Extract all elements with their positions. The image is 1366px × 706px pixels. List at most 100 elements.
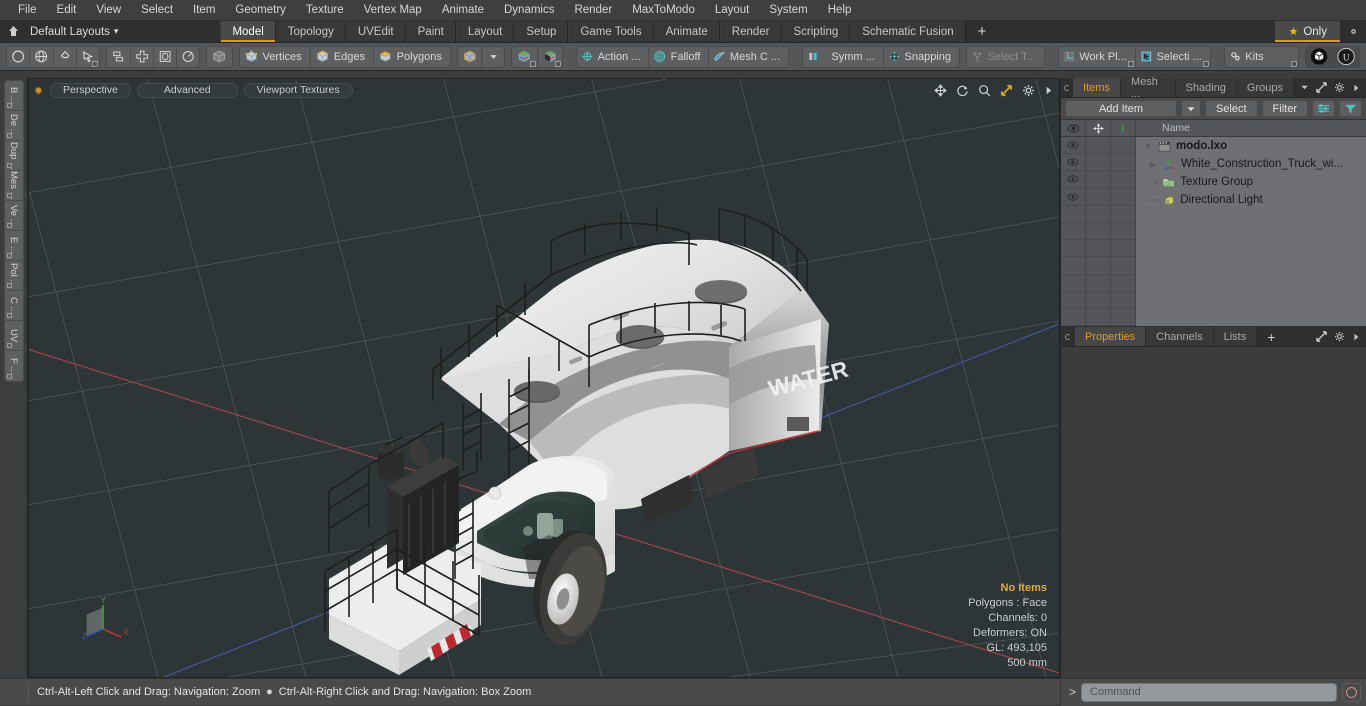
falloff-button[interactable]: Falloff: [649, 46, 710, 67]
panel-menu-dot-icon[interactable]: [1061, 327, 1075, 346]
axis-cube-dark-icon[interactable]: [537, 46, 562, 67]
vtool-2[interactable]: Dup ...: [4, 141, 23, 171]
expander-icon[interactable]: ▶: [1150, 160, 1159, 169]
menu-item-render[interactable]: Render: [564, 2, 622, 18]
eye-icon[interactable]: [1061, 188, 1086, 206]
item-mode-icon[interactable]: [207, 46, 232, 67]
item-row[interactable]: ▼ modo.lxo: [1136, 137, 1366, 155]
cone-tool-icon[interactable]: [53, 46, 77, 67]
gear-icon[interactable]: [1022, 84, 1035, 97]
command-input[interactable]: Command: [1081, 682, 1337, 702]
chevron-right-icon[interactable]: [1352, 332, 1360, 342]
material-cube-icon[interactable]: [457, 46, 483, 67]
menu-item-dynamics[interactable]: Dynamics: [494, 2, 564, 18]
menu-item-help[interactable]: Help: [818, 2, 862, 18]
layout-tab-uvedit[interactable]: UVEdit: [345, 21, 406, 42]
kits-button[interactable]: Kits: [1224, 46, 1298, 67]
menu-item-vertex-map[interactable]: Vertex Map: [354, 2, 432, 18]
tab-shading[interactable]: Shading: [1175, 78, 1237, 97]
list-options-icon[interactable]: [1312, 100, 1335, 117]
viewport-textures-selector[interactable]: Viewport Textures: [243, 82, 353, 98]
chevron-right-icon[interactable]: [1044, 85, 1053, 96]
chevron-down-icon[interactable]: [1300, 83, 1309, 92]
radial-tool-icon[interactable]: [177, 46, 200, 67]
layout-tab-setup[interactable]: Setup: [514, 21, 569, 42]
viewport-projection-selector[interactable]: Perspective: [50, 82, 131, 98]
menu-item-view[interactable]: View: [86, 2, 131, 18]
vertices-mode-button[interactable]: Vertices: [239, 46, 311, 67]
chevron-down-icon[interactable]: [482, 46, 505, 67]
tab-channels[interactable]: Channels: [1146, 327, 1214, 346]
eye-icon[interactable]: [1061, 137, 1086, 155]
action-center-button[interactable]: Action ...: [576, 46, 650, 67]
globe-tool-icon[interactable]: [30, 46, 54, 67]
expander-icon[interactable]: ▼: [1144, 142, 1153, 151]
symmetry-button[interactable]: Symm ...: [802, 46, 884, 67]
menu-item-edit[interactable]: Edit: [47, 2, 87, 18]
vtool-6[interactable]: Pol ...: [4, 261, 23, 291]
panel-menu-dot-icon[interactable]: [1061, 78, 1073, 97]
3d-viewport[interactable]: WATER Perspective Advanced Viewport Text…: [28, 78, 1060, 678]
selection-button[interactable]: Selecti ...: [1135, 46, 1210, 67]
layout-tab-topology[interactable]: Topology: [275, 21, 346, 42]
vtool-7[interactable]: C ...: [4, 291, 23, 321]
item-row[interactable]: ⋯▪ Directional Light: [1136, 191, 1366, 209]
eye-icon[interactable]: [1061, 171, 1086, 189]
layout-tab-schematic-fusion[interactable]: Schematic Fusion: [850, 21, 966, 42]
only-toggle[interactable]: ★ Only: [1275, 21, 1340, 42]
tab-properties[interactable]: Properties: [1075, 327, 1147, 346]
menu-item-layout[interactable]: Layout: [705, 2, 760, 18]
frame-tool-icon[interactable]: [153, 46, 178, 67]
rotate-icon[interactable]: [956, 84, 969, 97]
funnel-icon[interactable]: [1339, 100, 1362, 117]
cursor-tool-icon[interactable]: [76, 46, 100, 67]
menu-item-maxtomodo[interactable]: MaxToModo: [622, 2, 705, 18]
expand-icon[interactable]: [1316, 331, 1327, 342]
axis-cube-green-icon[interactable]: [512, 46, 538, 67]
item-row[interactable]: ▶ White_Construction_Truck_wi...: [1136, 155, 1366, 173]
items-list[interactable]: ▼ modo.lxo ▶ White_Construction_Truck_wi...…: [1061, 137, 1366, 327]
tab-mesh[interactable]: Mesh ...: [1120, 76, 1176, 100]
menu-item-texture[interactable]: Texture: [296, 2, 354, 18]
menu-item-animate[interactable]: Animate: [432, 2, 494, 18]
snapping-button[interactable]: Snapping: [883, 46, 959, 67]
vtool-3[interactable]: Mes ...: [4, 171, 23, 201]
tab-lists[interactable]: Lists: [1213, 327, 1258, 346]
tab-groups[interactable]: Groups: [1236, 78, 1294, 97]
work-plane-button[interactable]: Work Pl...: [1058, 46, 1136, 67]
unreal-bridge-icon[interactable]: U: [1332, 46, 1360, 67]
gear-icon[interactable]: [1334, 82, 1345, 93]
fit-icon[interactable]: [1000, 84, 1013, 97]
layout-tab-paint[interactable]: Paint: [405, 21, 456, 42]
layout-tab-render[interactable]: Render: [719, 21, 782, 42]
vtool-1[interactable]: De ...: [4, 111, 23, 141]
menu-item-system[interactable]: System: [759, 2, 817, 18]
vtool-5[interactable]: E ...: [4, 231, 23, 261]
vtool-8[interactable]: UV: [4, 321, 23, 351]
item-row[interactable]: ⋯▪ Texture Group: [1136, 173, 1366, 191]
home-icon[interactable]: [0, 21, 26, 42]
tab-items[interactable]: Items: [1073, 78, 1121, 97]
expand-icon[interactable]: [1316, 82, 1327, 93]
layout-tab-layout[interactable]: Layout: [455, 21, 515, 42]
layout-tab-game-tools[interactable]: Game Tools: [568, 21, 654, 42]
menu-item-geometry[interactable]: Geometry: [225, 2, 296, 18]
select-button[interactable]: Select: [1204, 100, 1258, 117]
vtool-0[interactable]: B ...: [4, 81, 23, 111]
center-tool-icon[interactable]: [130, 46, 154, 67]
eye-icon[interactable]: [1061, 154, 1086, 172]
chevron-right-icon[interactable]: [1352, 83, 1360, 93]
menu-item-item[interactable]: Item: [183, 2, 225, 18]
modo-bridge-icon[interactable]: [1305, 46, 1333, 67]
vtool-9[interactable]: F ...: [5, 351, 23, 381]
gear-icon[interactable]: [1340, 21, 1366, 42]
add-item-button[interactable]: Add Item: [1065, 100, 1177, 117]
menu-item-file[interactable]: File: [8, 2, 47, 18]
polygons-mode-button[interactable]: Polygons: [374, 46, 450, 67]
zoom-icon[interactable]: [978, 84, 991, 97]
layout-preset-selector[interactable]: Default Layouts ▾: [26, 21, 128, 42]
menu-item-select[interactable]: Select: [131, 2, 183, 18]
add-item-dropdown[interactable]: [1180, 100, 1201, 117]
filter-button[interactable]: Filter: [1261, 100, 1308, 117]
move-icon[interactable]: [934, 83, 947, 97]
